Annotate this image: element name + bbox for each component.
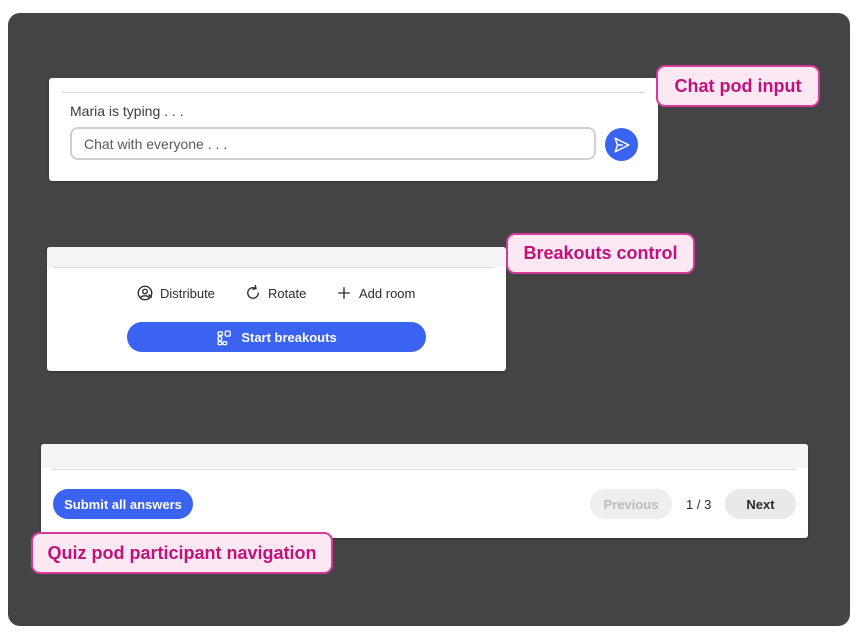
divider: [53, 267, 494, 268]
plus-icon: [335, 284, 353, 302]
panel-header: [41, 444, 808, 468]
send-button[interactable]: [605, 128, 638, 161]
add-room-label: Add room: [359, 285, 416, 301]
start-breakouts-label: Start breakouts: [241, 329, 337, 345]
divider: [51, 469, 796, 470]
callout-chat-pod-input: Chat pod input: [656, 65, 820, 107]
breakouts-pod-panel: Distribute Rotate Add room Start breakou…: [47, 247, 506, 371]
rotate-icon: [244, 284, 262, 302]
screenshot-background: Maria is typing . . . Chat pod input: [8, 13, 850, 626]
page-indicator: 1 / 3: [686, 497, 712, 512]
submit-all-answers-button[interactable]: Submit all answers: [53, 489, 193, 519]
rotate-label: Rotate: [268, 285, 307, 301]
previous-button[interactable]: Previous: [590, 489, 672, 519]
breakouts-icon: [216, 329, 233, 346]
start-breakouts-button[interactable]: Start breakouts: [127, 322, 426, 352]
chat-pod-panel: Maria is typing . . .: [49, 78, 658, 181]
distribute-label: Distribute: [160, 285, 215, 301]
typing-status: Maria is typing . . .: [70, 103, 184, 119]
callout-quiz-navigation: Quiz pod participant navigation: [31, 532, 333, 574]
next-button[interactable]: Next: [725, 489, 796, 519]
chat-input[interactable]: [70, 127, 596, 160]
send-icon: [613, 136, 631, 154]
callout-breakouts-control: Breakouts control: [506, 233, 695, 274]
distribute-button[interactable]: Distribute: [136, 284, 215, 302]
add-room-button[interactable]: Add room: [335, 284, 415, 302]
distribute-icon: [136, 284, 154, 302]
divider: [61, 92, 646, 93]
panel-header: [47, 247, 506, 267]
quiz-pod-panel: Submit all answers Previous 1 / 3 Next: [41, 444, 808, 538]
rotate-button[interactable]: Rotate: [244, 284, 306, 302]
